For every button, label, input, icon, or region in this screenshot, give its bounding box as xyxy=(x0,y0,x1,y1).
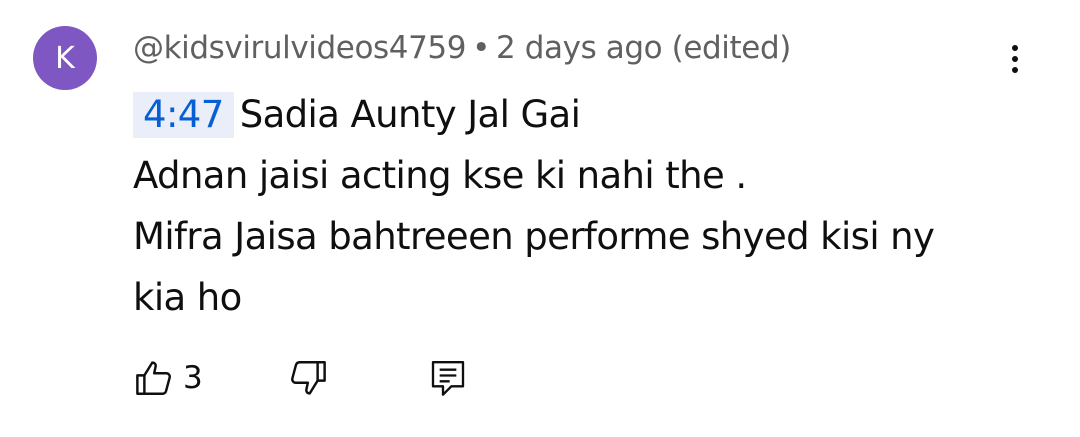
avatar[interactable]: K xyxy=(33,26,97,90)
reply-button[interactable] xyxy=(428,357,468,399)
comment-header: @kidsvirulvideos4759 • 2 days ago (edited) xyxy=(133,30,791,66)
comment-line: kia ho xyxy=(133,276,242,319)
comment-line: 4:47 Sadia Aunty Jal Gai xyxy=(133,84,1033,145)
comment-line: Adnan jaisi acting kse ki nahi the . xyxy=(133,154,747,197)
avatar-letter: K xyxy=(55,40,75,76)
comment-body: 4:47 Sadia Aunty Jal Gai Adnan jaisi acti… xyxy=(133,84,1033,328)
separator-dot: • xyxy=(472,30,490,66)
more-options-button[interactable] xyxy=(995,36,1035,82)
like-count: 3 xyxy=(183,360,203,396)
comment-line: Mifra Jaisa bahtreeen performe shyed kis… xyxy=(133,215,935,258)
comment-text: Sadia Aunty Jal Gai xyxy=(239,93,581,136)
timestamp-link[interactable]: 4:47 xyxy=(133,92,234,138)
comment-time[interactable]: 2 days ago (edited) xyxy=(496,30,791,66)
more-vertical-icon xyxy=(1012,45,1018,51)
thumbs-up-icon xyxy=(136,361,171,395)
thumbs-down-icon xyxy=(291,361,326,395)
author-handle[interactable]: @kidsvirulvideos4759 xyxy=(133,30,466,66)
like-button[interactable]: 3 xyxy=(133,357,203,399)
more-vertical-icon-dot xyxy=(1012,67,1018,73)
dislike-button[interactable] xyxy=(287,357,329,399)
comment-reply-icon xyxy=(431,361,465,396)
more-vertical-icon-dot xyxy=(1012,56,1018,62)
